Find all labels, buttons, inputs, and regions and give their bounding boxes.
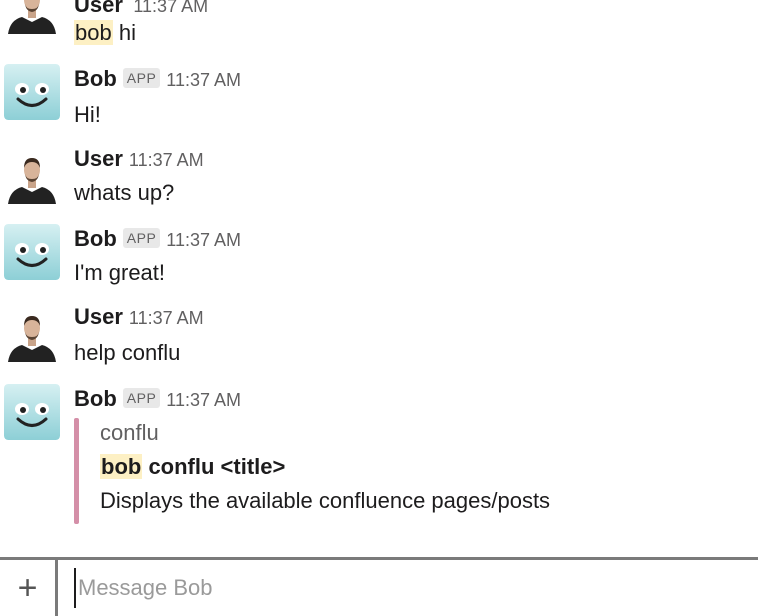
timestamp[interactable]: 11:37 AM <box>166 70 241 90</box>
message-text: help conflu <box>74 340 181 365</box>
chat-window: User 11:37 AM bob hi Bob APP 11:37 AM Hi… <box>0 0 758 616</box>
user-avatar[interactable] <box>4 0 60 34</box>
mention[interactable]: bob <box>100 454 143 479</box>
author-name[interactable]: User <box>74 146 123 171</box>
plus-icon: + <box>17 569 38 607</box>
attachment-command: bob conflu <title> <box>100 454 286 479</box>
user-photo-icon <box>4 306 60 362</box>
message-text: I'm great! <box>74 260 166 285</box>
user-avatar[interactable] <box>4 306 60 362</box>
message-text: bob hi <box>74 20 136 45</box>
author-name[interactable]: User <box>74 304 123 329</box>
user-photo-icon <box>4 0 60 34</box>
timestamp[interactable]: 11:37 AM <box>166 230 241 250</box>
author-name[interactable]: User <box>74 0 123 17</box>
message-attachment: conflu bob conflu <title> Displays the a… <box>74 418 674 524</box>
author-name[interactable]: Bob <box>74 226 117 251</box>
message-text: whats up? <box>74 180 175 205</box>
timestamp[interactable]: 11:37 AM <box>166 390 241 410</box>
attachment-color-bar <box>74 418 79 524</box>
user-avatar[interactable] <box>4 148 60 204</box>
app-badge: APP <box>122 68 161 88</box>
smiley-bot-icon <box>4 384 60 440</box>
message-input[interactable] <box>74 568 738 608</box>
timestamp[interactable]: 11:37 AM <box>129 150 204 170</box>
mention[interactable]: bob <box>74 20 113 45</box>
app-badge: APP <box>122 388 161 408</box>
smiley-bot-icon <box>4 64 60 120</box>
user-photo-icon <box>4 148 60 204</box>
author-name[interactable]: Bob <box>74 386 117 411</box>
author-name[interactable]: Bob <box>74 66 117 91</box>
add-attachment-button[interactable]: + <box>0 560 58 616</box>
bot-avatar[interactable] <box>4 64 60 120</box>
message-text: Hi! <box>74 102 101 127</box>
timestamp[interactable]: 11:37 AM <box>133 0 208 16</box>
app-badge: APP <box>122 228 161 248</box>
attachment-description: Displays the available confluence pages/… <box>100 488 551 513</box>
timestamp[interactable]: 11:37 AM <box>129 308 204 328</box>
bot-avatar[interactable] <box>4 384 60 440</box>
smiley-bot-icon <box>4 224 60 280</box>
bot-avatar[interactable] <box>4 224 60 280</box>
message-composer: + <box>0 557 758 616</box>
attachment-title: conflu <box>100 420 159 445</box>
